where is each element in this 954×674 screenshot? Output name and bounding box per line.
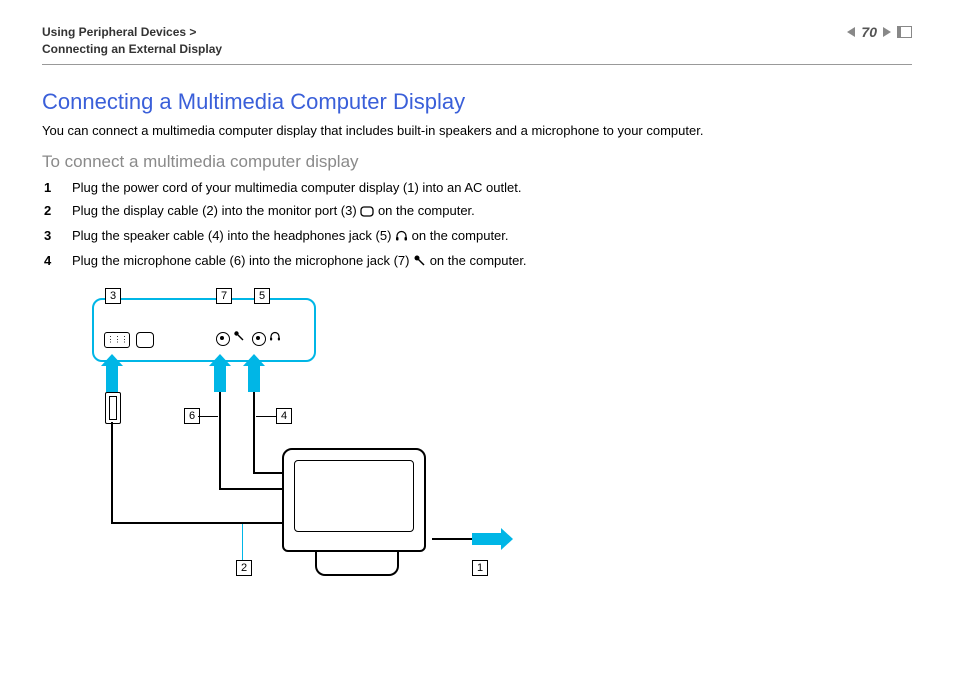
callout-7: 7	[216, 288, 232, 304]
step-text-after: on the computer.	[412, 228, 509, 243]
monitor-illustration	[282, 448, 432, 578]
monitor-port-icon	[360, 205, 374, 220]
cable-icon	[219, 422, 221, 488]
page-nav: 70	[847, 24, 912, 40]
step-text: Plug the microphone cable (6) into the m…	[72, 253, 413, 268]
step-text-after: on the computer.	[430, 253, 527, 268]
leader-line	[198, 416, 218, 417]
page-number: 70	[861, 24, 877, 40]
procedure-heading: To connect a multimedia computer display	[42, 152, 912, 172]
cable-icon	[111, 422, 113, 522]
steps-list: Plug the power cord of your multimedia c…	[42, 180, 912, 270]
arrow-icon	[248, 364, 260, 392]
callout-3: 3	[105, 288, 121, 304]
prev-page-icon[interactable]	[847, 27, 855, 37]
headphones-icon	[395, 229, 408, 245]
last-page-icon[interactable]	[897, 26, 912, 38]
leader-line	[256, 416, 276, 417]
cable-icon	[219, 488, 286, 490]
cable-icon	[253, 392, 255, 422]
step-text: Plug the speaker cable (4) into the head…	[72, 228, 395, 243]
monitor-port-icon	[136, 332, 154, 348]
cable-icon	[432, 538, 472, 540]
intro-text: You can connect a multimedia computer di…	[42, 123, 912, 138]
cable-icon	[111, 522, 286, 524]
leader-line	[242, 524, 245, 560]
cable-icon	[253, 422, 255, 472]
microphone-icon	[413, 254, 426, 270]
breadcrumb-line2: Connecting an External Display	[42, 41, 222, 58]
step-text: Plug the power cord of your multimedia c…	[72, 180, 521, 195]
step-item: Plug the power cord of your multimedia c…	[64, 180, 912, 195]
vga-plug-icon	[105, 392, 121, 424]
connection-diagram: ⋮⋮⋮ 3 7 5 6 4	[72, 288, 552, 588]
step-text-after: on the computer.	[378, 203, 475, 218]
vga-port-icon: ⋮⋮⋮	[104, 332, 130, 348]
section-title: Connecting a Multimedia Computer Display	[42, 89, 912, 115]
arrow-icon	[214, 364, 226, 392]
breadcrumb-line1: Using Peripheral Devices >	[42, 24, 222, 41]
headphone-jack-icon	[252, 332, 266, 346]
computer-port-panel: ⋮⋮⋮	[92, 298, 316, 362]
callout-2: 2	[236, 560, 252, 576]
arrow-icon	[106, 364, 118, 392]
callout-5: 5	[254, 288, 270, 304]
next-page-icon[interactable]	[883, 27, 891, 37]
headphones-icon	[269, 330, 281, 345]
step-text: Plug the display cable (2) into the moni…	[72, 203, 360, 218]
callout-4: 4	[276, 408, 292, 424]
microphone-icon	[233, 330, 244, 344]
mic-jack-icon	[216, 332, 230, 346]
step-item: Plug the speaker cable (4) into the head…	[64, 228, 912, 245]
cable-icon	[219, 392, 221, 422]
callout-1: 1	[472, 560, 488, 576]
step-item: Plug the display cable (2) into the moni…	[64, 203, 912, 220]
page-header: Using Peripheral Devices > Connecting an…	[42, 24, 912, 65]
arrow-icon	[472, 533, 502, 545]
step-item: Plug the microphone cable (6) into the m…	[64, 253, 912, 270]
breadcrumb: Using Peripheral Devices > Connecting an…	[42, 24, 222, 58]
